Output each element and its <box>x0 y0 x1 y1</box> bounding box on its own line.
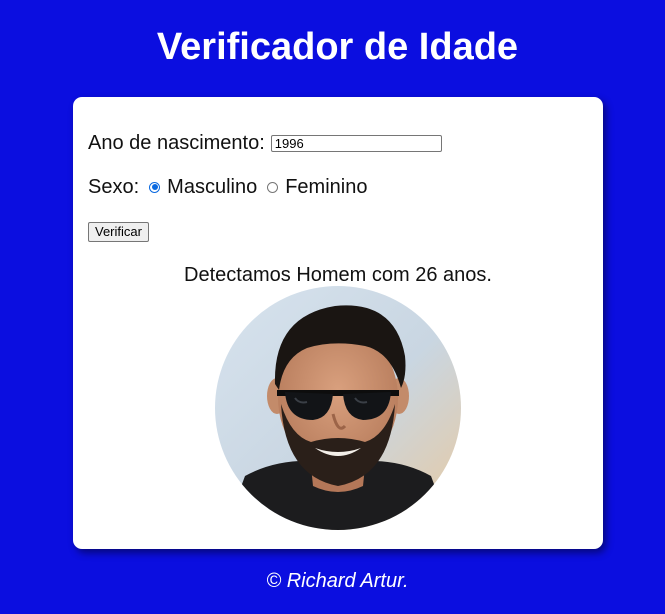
radio-masculino-label[interactable]: Masculino <box>167 175 257 199</box>
birth-year-input[interactable] <box>270 134 442 152</box>
sex-label: Sexo: <box>88 176 140 198</box>
page-title: Verificador de Idade <box>156 26 519 68</box>
result-photo <box>215 286 461 530</box>
radio-feminino-label[interactable]: Feminino <box>285 175 367 199</box>
sex-row: Sexo: Masculino Feminino <box>88 175 367 199</box>
radio-masculino[interactable] <box>149 181 161 193</box>
radio-feminino[interactable] <box>267 181 279 193</box>
verifier-card: Ano de nascimento: Sexo: Masculino Femin… <box>73 97 603 549</box>
verify-button[interactable]: Verificar <box>88 222 149 242</box>
result-text: Detectamos Homem com 26 anos. <box>184 264 492 286</box>
man-photo-image <box>215 286 461 530</box>
footer-credit: © Richard Artur. <box>266 570 409 592</box>
birth-year-row: Ano de nascimento: <box>88 131 442 155</box>
birth-year-label: Ano de nascimento: <box>88 132 265 154</box>
